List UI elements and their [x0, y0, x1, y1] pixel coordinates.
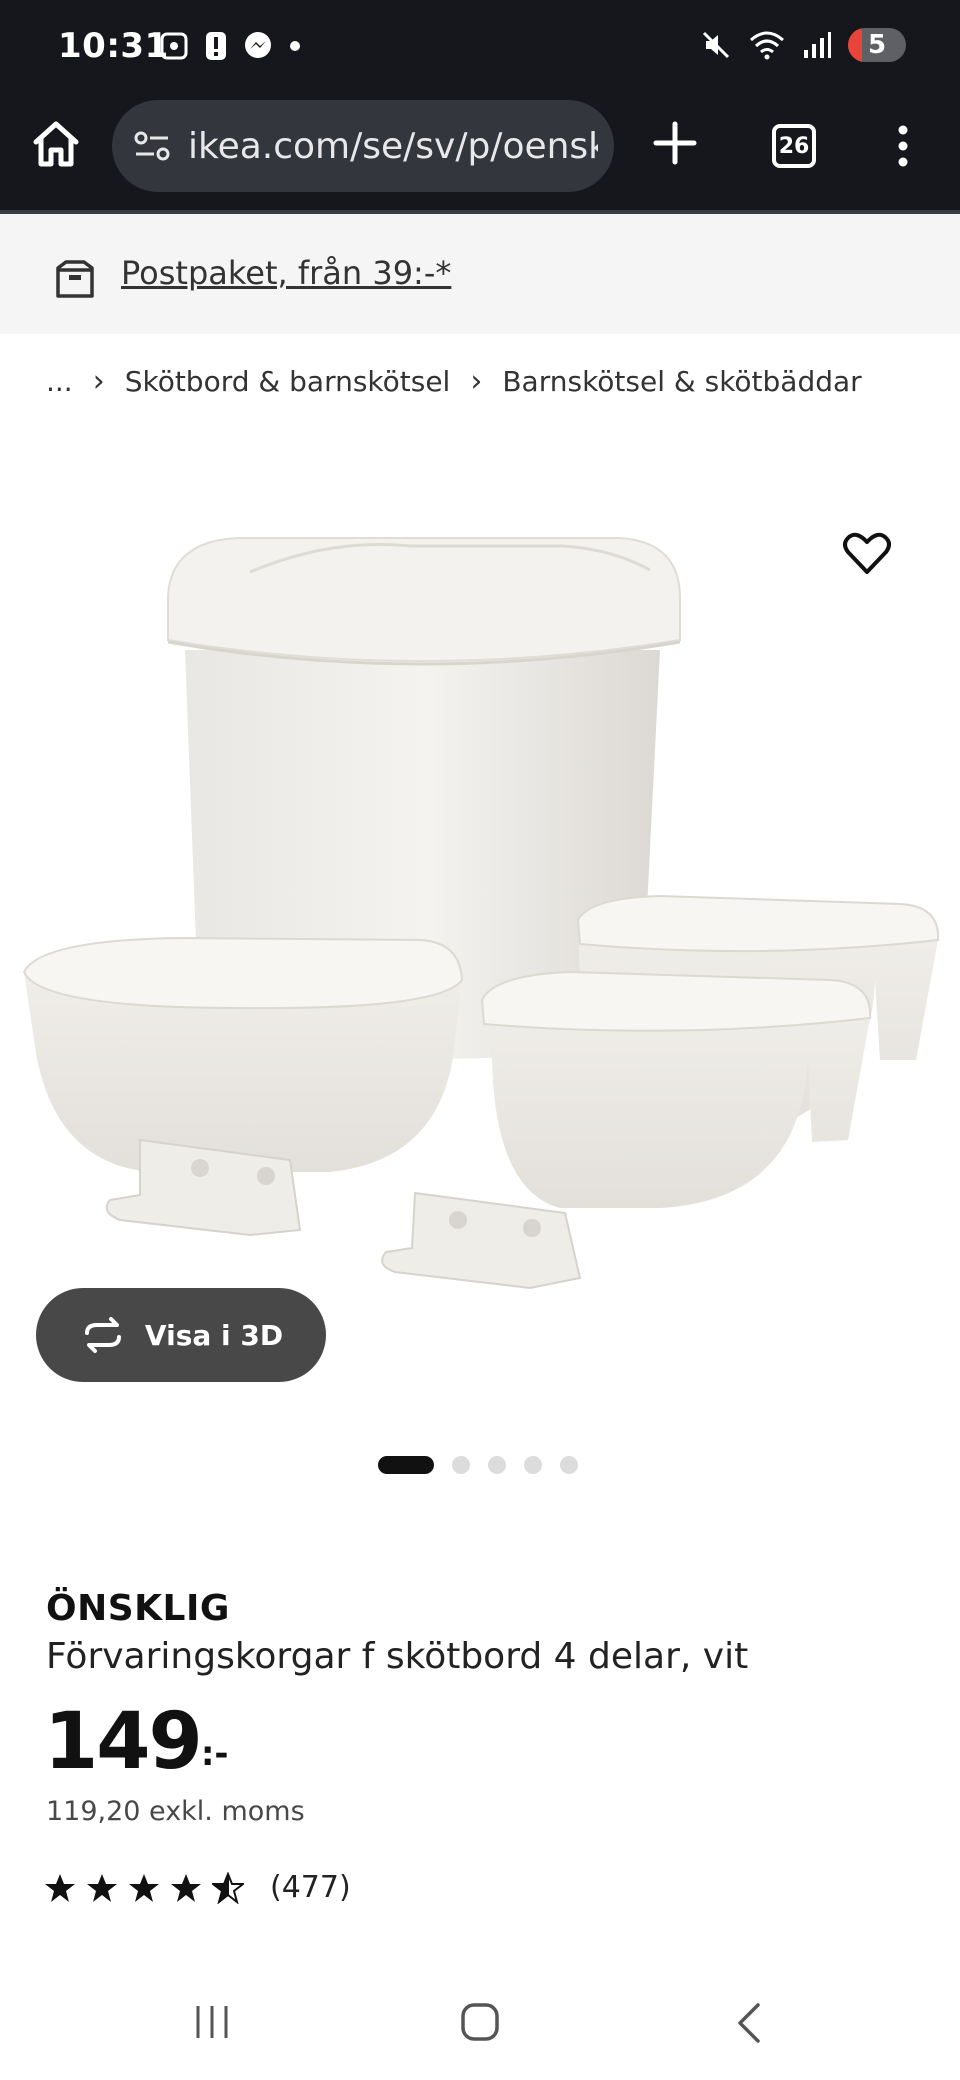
star-half-icon	[212, 1871, 244, 1904]
view-in-3d-button[interactable]: Visa i 3D	[36, 1288, 326, 1382]
breadcrumb-item-baby-care[interactable]: Barnskötsel & skötbäddar	[502, 365, 861, 398]
screenshot-icon	[160, 32, 188, 60]
heart-icon[interactable]	[842, 530, 892, 576]
tab-switcher-button[interactable]: 26	[772, 124, 816, 168]
pager-dot-active[interactable]	[378, 1456, 434, 1474]
product-description: Förvaringskorgar f skötbord 4 delar, vit	[46, 1636, 749, 1677]
url-text[interactable]: ikea.com/se/sv/p/oensklig	[188, 126, 598, 167]
signal-icon	[804, 32, 831, 58]
price-excl-vat: 119,20 exkl. moms	[46, 1796, 305, 1827]
battery-icon: 5	[848, 28, 906, 62]
delivery-link[interactable]: Postpaket, från 39:-*	[121, 254, 451, 292]
mute-icon	[702, 31, 730, 59]
pager-dot[interactable]	[488, 1456, 506, 1474]
back-icon[interactable]	[734, 2002, 764, 2044]
view-in-3d-label: Visa i 3D	[144, 1318, 284, 1352]
breadcrumb-item-changing-tables[interactable]: Skötbord & barnskötsel	[125, 365, 451, 398]
home-icon[interactable]	[30, 118, 82, 170]
star-icon	[87, 1873, 117, 1902]
product-rating[interactable]: (477)	[44, 1870, 351, 1905]
chevron-right-icon: ›	[470, 364, 483, 399]
rotate-3d-icon	[84, 1317, 121, 1353]
pager-dot[interactable]	[524, 1456, 542, 1474]
star-icon	[129, 1873, 159, 1902]
status-notification-icons	[158, 30, 302, 62]
pager-dot[interactable]	[452, 1456, 470, 1474]
home-nav-icon[interactable]	[460, 2002, 500, 2042]
breadcrumb-ellipsis[interactable]: ...	[46, 365, 73, 398]
star-icon	[45, 1873, 75, 1902]
status-bar: 10:31 5	[0, 0, 960, 100]
url-bar[interactable]: ikea.com/se/sv/p/oensklig	[112, 100, 614, 192]
new-tab-icon[interactable]	[652, 120, 698, 166]
price-suffix: :-	[200, 1734, 229, 1774]
parcel-icon	[56, 260, 94, 298]
recent-apps-icon[interactable]	[192, 2004, 232, 2040]
pager-dot[interactable]	[560, 1456, 578, 1474]
image-pager	[378, 1456, 578, 1474]
product-price: 149 :-	[44, 1692, 229, 1792]
status-system-icons: 5	[700, 28, 906, 62]
wifi-icon	[750, 31, 784, 60]
review-count[interactable]: (477)	[270, 1870, 351, 1905]
price-amount: 149	[44, 1697, 203, 1787]
breadcrumb: ... › Skötbord & barnskötsel › Barnsköts…	[46, 364, 862, 399]
star-icon	[171, 1873, 201, 1902]
product-image[interactable]	[0, 420, 960, 1400]
dot-icon	[290, 41, 300, 51]
product-brand: ÖNSKLIG	[46, 1588, 230, 1629]
alert-icon	[206, 32, 226, 60]
site-settings-icon[interactable]	[132, 126, 172, 166]
messenger-icon	[245, 32, 271, 58]
status-time: 10:31	[58, 26, 169, 66]
battery-level: 5	[867, 30, 887, 60]
more-menu-icon[interactable]	[888, 124, 918, 168]
chevron-right-icon: ›	[92, 364, 105, 399]
